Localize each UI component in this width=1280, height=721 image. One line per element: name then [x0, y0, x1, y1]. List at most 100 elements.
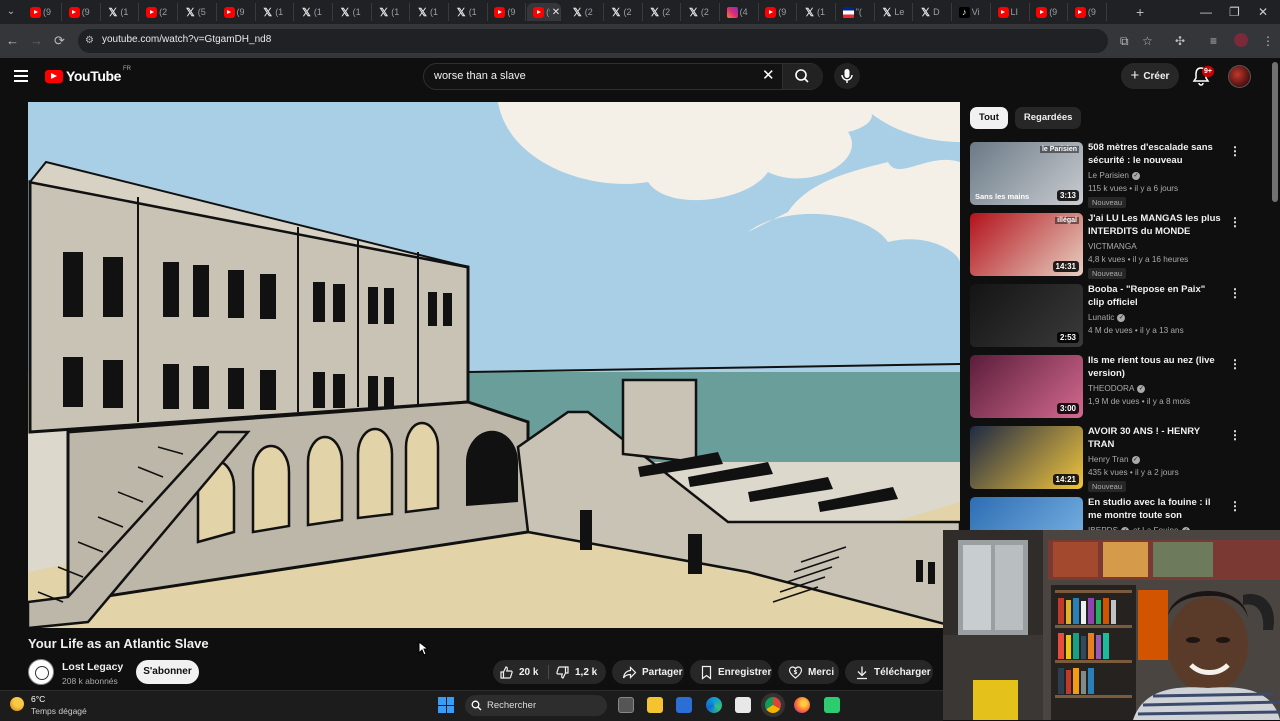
recommended-video-title[interactable]: En studio avec la fouine : il me montre … [1088, 497, 1223, 522]
browser-tab[interactable]: 𝕏 Le [875, 3, 914, 21]
browser-tab[interactable]: (9 [1069, 3, 1107, 21]
weather-sun-icon[interactable] [10, 697, 24, 711]
browser-tab[interactable]: 𝕏 (1 [372, 3, 411, 21]
video-thumbnail[interactable]: 2:53 [970, 284, 1083, 347]
search-button[interactable] [782, 64, 823, 89]
more-actions-icon[interactable]: ⋮ [1229, 429, 1241, 441]
video-player[interactable] [28, 102, 960, 628]
site-info-icon[interactable]: ⚙ [85, 35, 97, 47]
channel-name[interactable]: Lost Legacy [62, 661, 123, 673]
minimize-icon[interactable]: — [1200, 4, 1212, 20]
store-bag-icon[interactable] [735, 697, 751, 713]
video-thumbnail[interactable]: illégal 14:31 [970, 213, 1083, 276]
browser-tab[interactable]: 𝕏 (1 [334, 3, 372, 21]
browser-tab[interactable]: 𝕏 (1 [798, 3, 836, 21]
recommended-channel[interactable]: Henry Tran ✓ [1088, 455, 1140, 464]
reload-icon[interactable]: ⟳ [54, 33, 65, 49]
recommended-video[interactable]: 2:53 Booba - "Repose en Paix" clip offici… [970, 284, 1241, 350]
dislike-button[interactable]: 1,2 k [555, 660, 597, 684]
edge-browser-icon[interactable] [706, 697, 722, 713]
voice-search-button[interactable] [834, 63, 860, 89]
browser-tab[interactable]: (9 [1030, 3, 1069, 21]
chip-watched[interactable]: Regardées [1014, 107, 1082, 129]
share-button[interactable]: Partager [612, 660, 684, 684]
more-actions-icon[interactable]: ⋮ [1229, 216, 1241, 228]
browser-tab[interactable]: (9 [63, 3, 101, 21]
recommended-video[interactable]: 14:21 AVOIR 30 ANS ! - HENRY TRAN Henry Tr… [970, 426, 1241, 492]
chrome-icon[interactable] [765, 697, 781, 713]
omnibox[interactable]: ⚙ youtube.com/watch?v=GtgamDH_nd8 [78, 29, 1108, 53]
new-tab-plus-icon[interactable]: + [1136, 3, 1144, 21]
recommended-video-title[interactable]: Ils me rient tous au nez (live version) [1088, 355, 1223, 380]
browser-tab[interactable]: 𝕏 (5 [179, 3, 217, 21]
tab-search-chevron-icon[interactable]: ⌄ [3, 4, 19, 20]
recommended-video-title[interactable]: 508 mètres d'escalade sans sécurité : le… [1088, 142, 1223, 167]
recommended-channel[interactable]: Le Parisien ✓ [1088, 171, 1140, 180]
like-button[interactable]: 20 k [499, 660, 538, 684]
clear-search-icon[interactable]: ✕ [762, 68, 775, 84]
browser-tab[interactable]: 𝕏 (1 [101, 3, 140, 21]
more-actions-icon[interactable]: ⋮ [1229, 145, 1241, 157]
browser-tab[interactable]: 𝕏 (2 [682, 3, 720, 21]
browser-menu-icon[interactable]: ⋮ [1262, 33, 1274, 49]
app-tray-icon[interactable] [824, 697, 840, 713]
recommended-video-title[interactable]: J'ai LU Les MANGAS les plus INTERDITS du… [1088, 213, 1223, 238]
bookmark-star-icon[interactable]: ☆ [1142, 33, 1153, 49]
recommended-channel[interactable]: Lunatic ✓ [1088, 313, 1126, 322]
task-view-icon[interactable] [618, 697, 634, 713]
windows-start-icon[interactable] [438, 697, 454, 713]
recommended-video-title[interactable]: AVOIR 30 ANS ! - HENRY TRAN [1088, 426, 1223, 451]
browser-tab[interactable]: (9 [759, 3, 798, 21]
file-explorer-icon[interactable] [647, 697, 663, 713]
browser-tab-active[interactable]: (9✕ [527, 3, 562, 21]
create-button[interactable]: + Créer [1121, 63, 1179, 89]
browser-tab[interactable]: 𝕏 (1 [411, 3, 449, 21]
browser-tab[interactable]: LI [992, 3, 1030, 21]
browser-tab[interactable]: 𝕏D [914, 3, 953, 21]
video-thumbnail[interactable]: le Parisien Sans les mains 3:13 [970, 142, 1083, 205]
media-controls-icon[interactable]: ≡ [1210, 33, 1217, 49]
restore-icon[interactable]: ❐ [1229, 4, 1240, 20]
close-window-icon[interactable]: ✕ [1258, 4, 1268, 20]
browser-tab[interactable]: 𝕏 (2 [566, 3, 604, 21]
thanks-button[interactable]: $ Merci [778, 660, 839, 684]
browser-tab[interactable]: (9 [488, 3, 527, 21]
channel-avatar[interactable] [28, 659, 54, 685]
microsoft-store-icon[interactable] [676, 697, 692, 713]
more-actions-icon[interactable]: ⋮ [1229, 358, 1241, 370]
forward-arrow-icon[interactable]: → [30, 33, 43, 49]
video-thumbnail[interactable]: 3:00 [970, 355, 1083, 418]
guide-menu-icon[interactable] [14, 70, 28, 85]
recommended-video[interactable]: illégal 14:31 J'ai LU Les MANGAS les plus … [970, 213, 1241, 279]
youtube-logo[interactable]: YouTube FR [45, 66, 131, 84]
firefox-icon[interactable] [794, 697, 810, 713]
page-scrollbar-thumb[interactable] [1272, 62, 1278, 202]
recommended-video[interactable]: 3:00 Ils me rient tous au nez (live versi… [970, 355, 1241, 421]
video-thumbnail[interactable]: 14:21 [970, 426, 1083, 489]
browser-tab[interactable]: 𝕏 (2 [643, 3, 682, 21]
search-input[interactable]: worse than a slave [434, 70, 526, 82]
recommended-channel[interactable]: THEODORA ✓ [1088, 384, 1146, 393]
account-avatar[interactable] [1228, 65, 1251, 88]
recommended-channel[interactable]: VICTMANGA [1088, 242, 1137, 251]
browser-tab[interactable]: (4 [721, 3, 759, 21]
recommended-video-title[interactable]: Booba - "Repose en Paix" clip officiel [1088, 284, 1223, 309]
browser-tab[interactable]: 𝕏 (1 [450, 3, 488, 21]
more-actions-icon[interactable]: ⋮ [1229, 500, 1241, 512]
download-button[interactable]: Télécharger [845, 660, 933, 684]
browser-tab[interactable]: 𝕏 (2 [605, 3, 643, 21]
taskbar-search-box[interactable]: Rechercher [465, 695, 607, 716]
browser-tab[interactable]: (9 [218, 3, 256, 21]
browser-tab[interactable]: (9 [24, 3, 62, 21]
weather-temperature[interactable]: 6°C [31, 694, 45, 704]
more-actions-icon[interactable]: ⋮ [1229, 287, 1241, 299]
browser-tab[interactable]: 𝕏 (1 [295, 3, 333, 21]
recommended-video[interactable]: le Parisien Sans les mains 3:13 508 mètres … [970, 142, 1241, 208]
browser-tab[interactable]: (2 [140, 3, 179, 21]
weather-description[interactable]: Temps dégagé [31, 706, 87, 716]
chip-all[interactable]: Tout [970, 107, 1008, 129]
browser-tab[interactable]: "( [837, 3, 875, 21]
browser-tab[interactable]: 𝕏 (1 [256, 3, 295, 21]
search-box[interactable]: worse than a slave ✕ [423, 63, 823, 90]
save-button[interactable]: Enregistrer [690, 660, 772, 684]
